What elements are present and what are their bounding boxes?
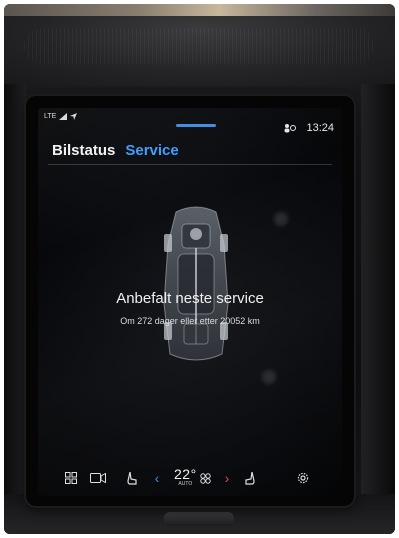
location-arrow-icon (70, 113, 78, 120)
fan-icon (199, 472, 211, 484)
tab-service[interactable]: Service (125, 142, 178, 159)
vent-knob (164, 512, 234, 526)
service-subtitle: Om 272 dager eller etter 20052 km (120, 316, 260, 326)
settings-button[interactable] (294, 460, 312, 496)
temp-up-button[interactable]: › (220, 460, 234, 496)
service-title: Anbefalt neste service (116, 290, 264, 307)
status-right: 13:24 (284, 122, 334, 134)
grid-icon (65, 472, 77, 484)
apps-button[interactable] (60, 460, 82, 496)
user-icon[interactable] (284, 123, 297, 133)
status-left: LTE (44, 113, 78, 120)
tab-divider (48, 164, 332, 165)
temperature-value: 22° (174, 466, 197, 482)
dashboard-texture (24, 28, 374, 64)
right-trim (361, 84, 395, 534)
seat-heat-icon (245, 471, 255, 485)
temp-down-button[interactable]: ‹ (150, 460, 164, 496)
status-bar: LTE 13:24 (38, 108, 342, 134)
climate-dock: ‹ 22° AUTO › (38, 460, 342, 496)
tab-bar: Bilstatus Service (52, 142, 179, 159)
seat-heat-left-button[interactable] (124, 460, 140, 496)
gear-icon (297, 472, 309, 484)
signal-icon (59, 113, 68, 120)
fan-button[interactable] (198, 460, 212, 496)
reflection-spot (274, 212, 288, 226)
clock: 13:24 (306, 122, 334, 134)
chevron-right-icon: › (224, 470, 230, 486)
seat-heat-right-button[interactable] (242, 460, 258, 496)
seat-heat-icon (127, 471, 137, 485)
reflection-spot (262, 370, 276, 384)
temperature-display[interactable]: 22° AUTO (174, 466, 197, 487)
camera-icon (90, 473, 106, 483)
car-xray-illustration (163, 206, 229, 361)
tab-bilstatus[interactable]: Bilstatus (52, 142, 115, 159)
left-trim (4, 84, 26, 534)
chevron-left-icon: ‹ (154, 470, 160, 486)
infotainment-screen: LTE 13:24 Bilstatus Service Anbefalt nes… (38, 108, 342, 496)
top-drawer-handle[interactable] (176, 124, 216, 127)
network-label: LTE (44, 113, 57, 120)
camera-button[interactable] (86, 460, 110, 496)
